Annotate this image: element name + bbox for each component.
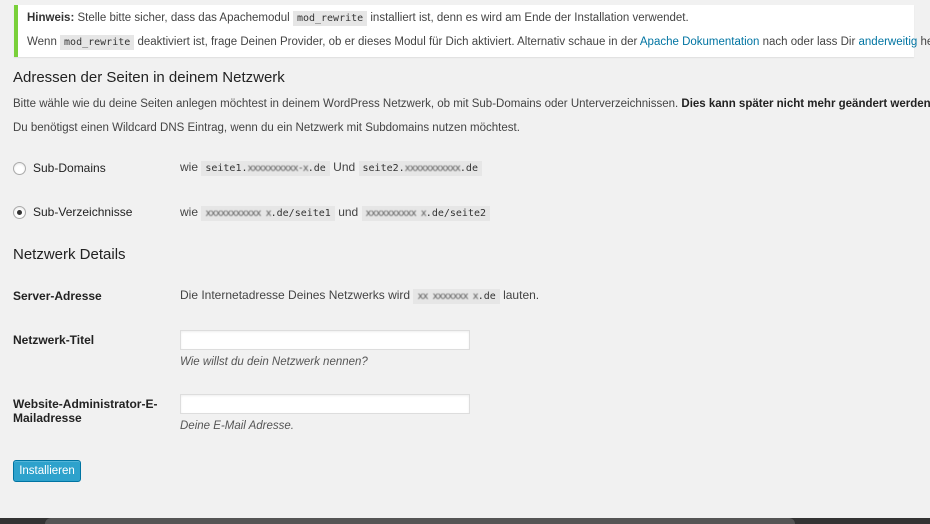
example-url-1: seite1.xxxxxxxxxx-x.de [201, 161, 330, 176]
network-title-input[interactable] [180, 330, 470, 350]
admin-email-description: Deine E-Mail Adresse. [180, 420, 294, 432]
notice-text: installiert ist, denn es wird am Ende de… [367, 12, 689, 24]
url-part: .de [477, 291, 496, 302]
notice-line-2: Wenn mod_rewrite deaktiviert ist, frage … [27, 35, 930, 50]
apache-docs-link[interactable]: Apache Dokumentation [640, 36, 760, 48]
example-prefix: wie [180, 160, 202, 174]
notice-label: Hinweis: [27, 12, 75, 24]
notice-text: helfen. [920, 36, 930, 48]
option-subdirectories[interactable]: Sub-Verzeichnisse [13, 205, 132, 219]
redacted-domain: xxxxxxxxxxx x [205, 208, 271, 219]
option-subdomains[interactable]: Sub-Domains [13, 161, 106, 175]
example-conjunction: und [338, 205, 362, 219]
network-title-label: Netzwerk-Titel [13, 333, 95, 347]
redacted-domain: xxxxxxxxxx-x [247, 163, 309, 174]
example-conjunction: Und [333, 160, 359, 174]
example-url-2: xxxxxxxxxx x.de/seite2 [361, 206, 491, 221]
mod-rewrite-code: mod_rewrite [292, 11, 368, 26]
subdomains-example: wie seite1.xxxxxxxxxx-x.de Und seite2.xx… [180, 160, 482, 176]
notice-text: Wenn [27, 36, 61, 48]
notice-text: nach oder lass Dir [759, 36, 859, 48]
admin-email-label: Website-Administrator-E-Mailadresse [13, 397, 158, 425]
dns-note: Du benötigst einen Wildcard DNS Eintrag,… [13, 122, 520, 134]
install-button[interactable]: Installieren [13, 460, 81, 482]
server-text: lauten. [503, 288, 540, 302]
subdirectories-radio[interactable] [13, 205, 26, 219]
intro-warning: Dies kann später nicht mehr geändert wer… [681, 98, 930, 110]
example-prefix: wie [180, 205, 202, 219]
url-part: .de/seite2 [425, 208, 487, 219]
notice-text: Stelle bitte sicher, dass das Apachemodu… [74, 12, 293, 24]
server-address-code: xx xxxxxxx x.de [413, 289, 500, 304]
addresses-heading: Adressen der Seiten in deinem Netzwerk [13, 69, 285, 86]
bottom-edge [0, 518, 930, 524]
mod-rewrite-code: mod_rewrite [60, 35, 135, 50]
details-heading: Netzwerk Details [13, 246, 126, 263]
rewrite-notice: Hinweis: Stelle bitte sicher, dass das A… [14, 5, 930, 57]
notice-text: deaktiviert ist, frage Deinen Provider, … [134, 36, 640, 48]
intro-text: Bitte wähle wie du deine Seiten anlegen … [13, 98, 682, 110]
url-part: .de/seite1 [270, 208, 331, 219]
example-url-2: seite2.xxxxxxxxxxx.de [358, 161, 482, 176]
addresses-intro: Bitte wähle wie du deine Seiten anlegen … [13, 98, 930, 110]
server-address-label: Server-Adresse [13, 289, 102, 303]
notice-line-1: Hinweis: Stelle bitte sicher, dass das A… [27, 11, 689, 26]
server-address-value: Die Internetadresse Deines Netzwerks wir… [180, 288, 540, 304]
url-part: seite2. [362, 163, 405, 174]
network-title-description: Wie willst du dein Netzwerk nennen? [180, 356, 368, 368]
subdirectories-example: wie xxxxxxxxxxx x.de/seite1 und xxxxxxxx… [180, 205, 491, 221]
admin-email-input[interactable] [180, 394, 470, 414]
url-part: .de [459, 163, 478, 174]
subdomains-label: Sub-Domains [33, 161, 106, 175]
redacted-domain: xx xxxxxxx x [417, 291, 478, 302]
other-help-link[interactable]: anderweitig [859, 36, 918, 48]
subdomains-radio[interactable] [13, 161, 26, 175]
subdirectories-label: Sub-Verzeichnisse [33, 205, 133, 219]
server-text: Die Internetadresse Deines Netzwerks wir… [180, 288, 414, 302]
redacted-domain: xxxxxxxxxxx [404, 163, 461, 174]
url-part: seite1. [205, 163, 248, 174]
redacted-domain: xxxxxxxxxx x [365, 208, 427, 219]
example-url-1: xxxxxxxxxxx x.de/seite1 [201, 206, 335, 221]
url-part: .de [307, 163, 326, 174]
